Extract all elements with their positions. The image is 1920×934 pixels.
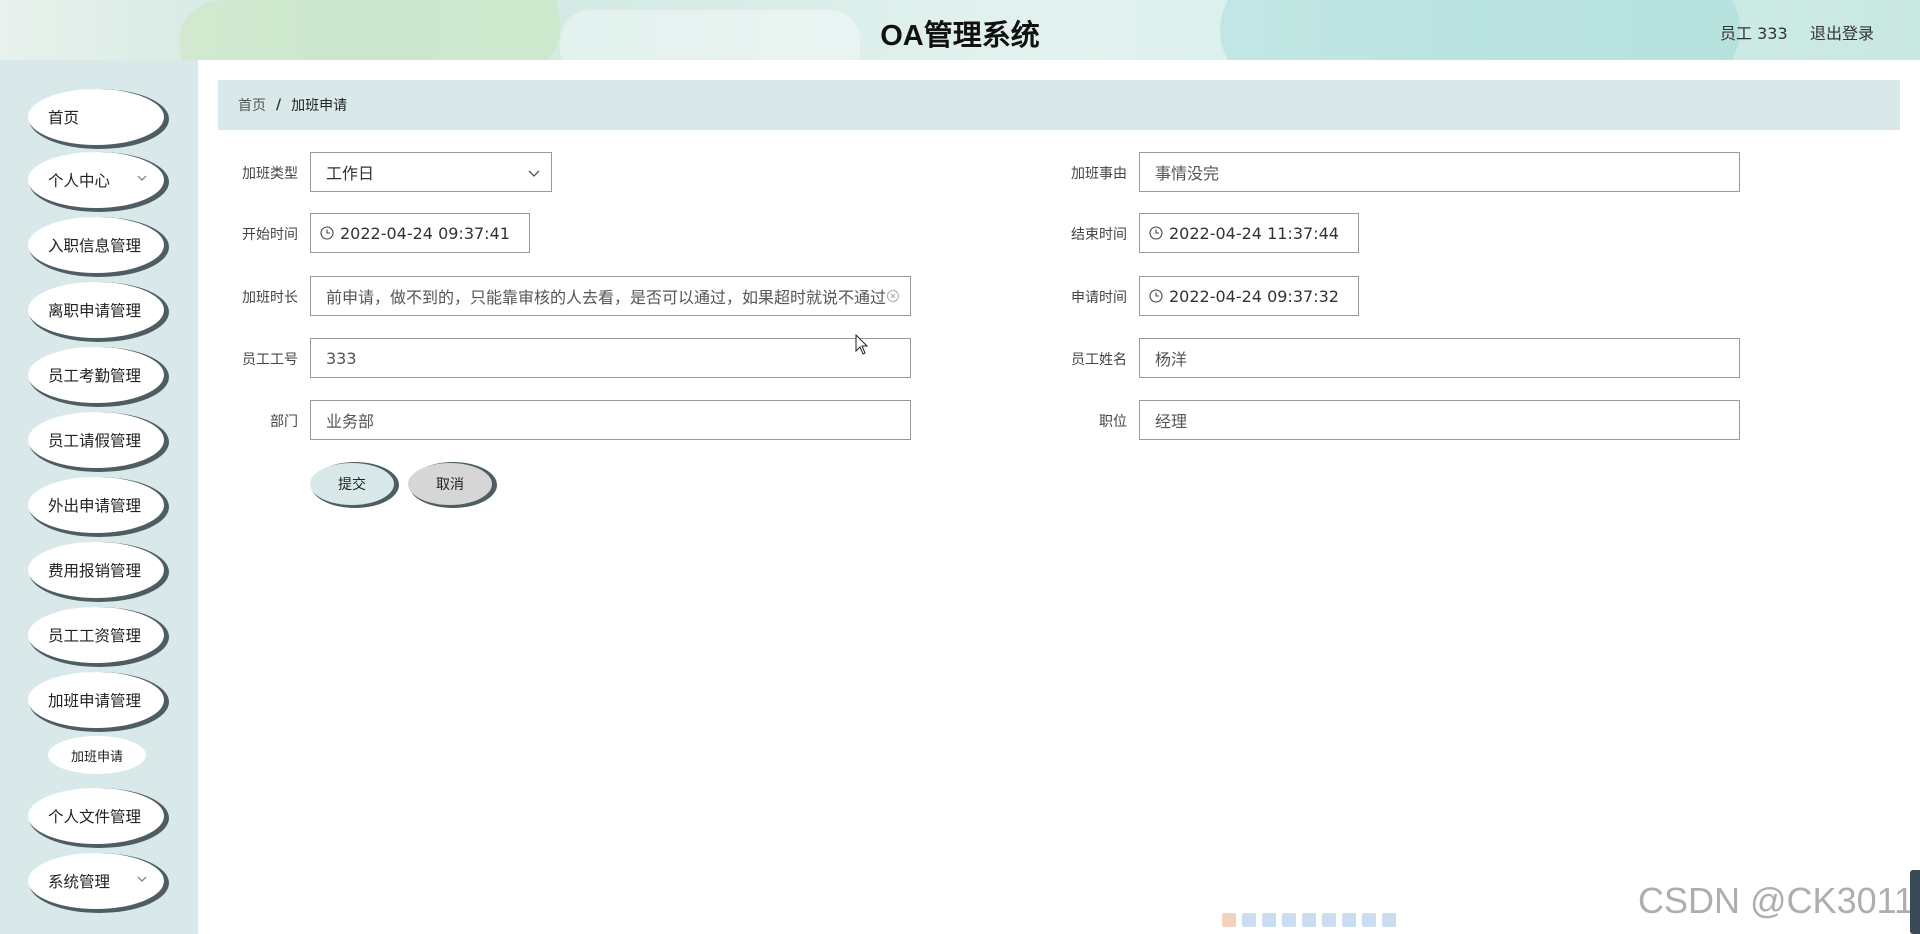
start-time-label: 开始时间 [242, 227, 298, 243]
clock-icon [320, 226, 334, 240]
position-value: 经理 [1155, 412, 1188, 431]
sidebar-item-salary[interactable]: 员工工资管理 [28, 607, 164, 663]
edge-widget[interactable] [1910, 870, 1920, 934]
ime-logo-icon [1222, 913, 1236, 927]
clock-icon [1149, 226, 1163, 240]
breadcrumb-separator: / [276, 97, 282, 113]
start-time-picker[interactable]: 2022-04-24 09:37:41 [310, 213, 530, 253]
employee-id-value: 333 [326, 348, 357, 368]
ime-simplified-icon [1342, 913, 1356, 927]
overtime-type-label: 加班类型 [242, 166, 298, 182]
sidebar-item-attendance[interactable]: 员工考勤管理 [28, 347, 164, 403]
app-title: OA管理系统 [880, 20, 1040, 52]
duration-input[interactable]: 前申请，做不到的，只能靠审核的人去看，是否可以通过，如果超时就说不通过 [310, 276, 911, 316]
logout-link[interactable]: 退出登录 [1810, 20, 1874, 44]
breadcrumb: 首页 / 加班申请 [218, 80, 1900, 130]
duration-value: 前申请，做不到的，只能靠审核的人去看，是否可以通过，如果超时就说不通过 [326, 288, 887, 307]
department-value: 业务部 [326, 412, 375, 431]
employee-name-value: 杨洋 [1155, 350, 1188, 369]
position-label: 职位 [1099, 414, 1127, 430]
sidebar-item-label: 外出申请管理 [48, 497, 142, 515]
overtime-reason-value: 事情没完 [1155, 164, 1220, 183]
employee-id-input[interactable]: 333 [310, 338, 911, 378]
watermark: CSDN @CK3011 [1638, 880, 1914, 921]
department-label: 部门 [270, 414, 298, 430]
sidebar-item-label: 个人中心 [48, 172, 111, 190]
submit-button[interactable]: 提交 [310, 463, 394, 505]
clock-icon [1149, 289, 1163, 303]
employee-id-label: 员工工号 [242, 352, 298, 368]
chevron-down-icon [136, 873, 148, 885]
position-input[interactable]: 经理 [1139, 400, 1740, 440]
sidebar-item-label: 员工考勤管理 [48, 367, 142, 385]
ime-toolbar [1222, 912, 1422, 930]
sidebar-item-leave[interactable]: 员工请假管理 [28, 412, 164, 468]
sidebar-item-label: 首页 [48, 109, 80, 127]
sidebar-item-personal-center[interactable]: 个人中心 [28, 152, 164, 208]
sidebar-item-label: 员工请假管理 [48, 432, 142, 450]
sidebar-item-resignation[interactable]: 离职申请管理 [28, 282, 164, 338]
cancel-button[interactable]: 取消 [408, 463, 492, 505]
apply-time-picker[interactable]: 2022-04-24 09:37:32 [1139, 276, 1359, 316]
ime-moon-icon [1262, 913, 1276, 927]
sidebar-item-label: 加班申请管理 [48, 692, 142, 710]
sidebar-item-label: 费用报销管理 [48, 562, 142, 580]
employee-name-input[interactable]: 杨洋 [1139, 338, 1740, 378]
clear-icon[interactable] [886, 289, 900, 303]
overtime-type-select[interactable]: 工作日 [310, 152, 552, 192]
start-time-value: 2022-04-24 09:37:41 [340, 223, 510, 243]
sidebar-item-system[interactable]: 系统管理 [28, 853, 164, 909]
end-time-value: 2022-04-24 11:37:44 [1169, 223, 1339, 243]
sidebar-item-label: 员工工资管理 [48, 627, 142, 645]
department-input[interactable]: 业务部 [310, 400, 911, 440]
mouse-cursor-icon [855, 334, 869, 355]
sidebar-subitem-label: 加班申请 [70, 749, 123, 765]
ime-keyboard-icon [1302, 913, 1316, 927]
employee-name-label: 员工姓名 [1071, 352, 1127, 368]
sidebar-item-expense[interactable]: 费用报销管理 [28, 542, 164, 598]
top-header: OA管理系统 员工 333 退出登录 [0, 0, 1920, 60]
ime-user-icon [1322, 913, 1336, 927]
apply-time-value: 2022-04-24 09:37:32 [1169, 286, 1339, 306]
overtime-reason-label: 加班事由 [1071, 166, 1127, 182]
end-time-label: 结束时间 [1071, 227, 1127, 243]
sidebar-item-onboarding[interactable]: 入职信息管理 [28, 217, 164, 273]
sidebar-item-home[interactable]: 首页 [28, 89, 164, 145]
duration-label: 加班时长 [242, 290, 298, 306]
sidebar-subitem-overtime-apply[interactable]: 加班申请 [48, 736, 146, 774]
ime-punct-icon [1282, 913, 1296, 927]
overtime-type-value: 工作日 [326, 164, 375, 183]
end-time-picker[interactable]: 2022-04-24 11:37:44 [1139, 213, 1359, 253]
sidebar-item-label: 个人文件管理 [48, 808, 142, 826]
chevron-down-icon [528, 170, 540, 177]
overtime-reason-input[interactable]: 事情没完 [1139, 152, 1740, 192]
sidebar-item-overtime[interactable]: 加班申请管理 [28, 672, 164, 728]
sidebar-item-label: 离职申请管理 [48, 302, 142, 320]
chevron-down-icon [136, 172, 148, 184]
current-user-label: 员工 333 [1720, 24, 1788, 43]
ime-skin-icon [1362, 913, 1376, 927]
ime-settings-icon [1382, 913, 1396, 927]
sidebar-item-label: 系统管理 [48, 873, 111, 891]
sidebar-item-label: 入职信息管理 [48, 237, 142, 255]
sidebar-item-files[interactable]: 个人文件管理 [28, 788, 164, 844]
breadcrumb-current: 加班申请 [291, 98, 348, 114]
breadcrumb-home-link[interactable]: 首页 [238, 95, 266, 115]
sidebar-item-outing[interactable]: 外出申请管理 [28, 477, 164, 533]
ime-chinese-icon [1242, 913, 1256, 927]
apply-time-label: 申请时间 [1071, 290, 1127, 306]
